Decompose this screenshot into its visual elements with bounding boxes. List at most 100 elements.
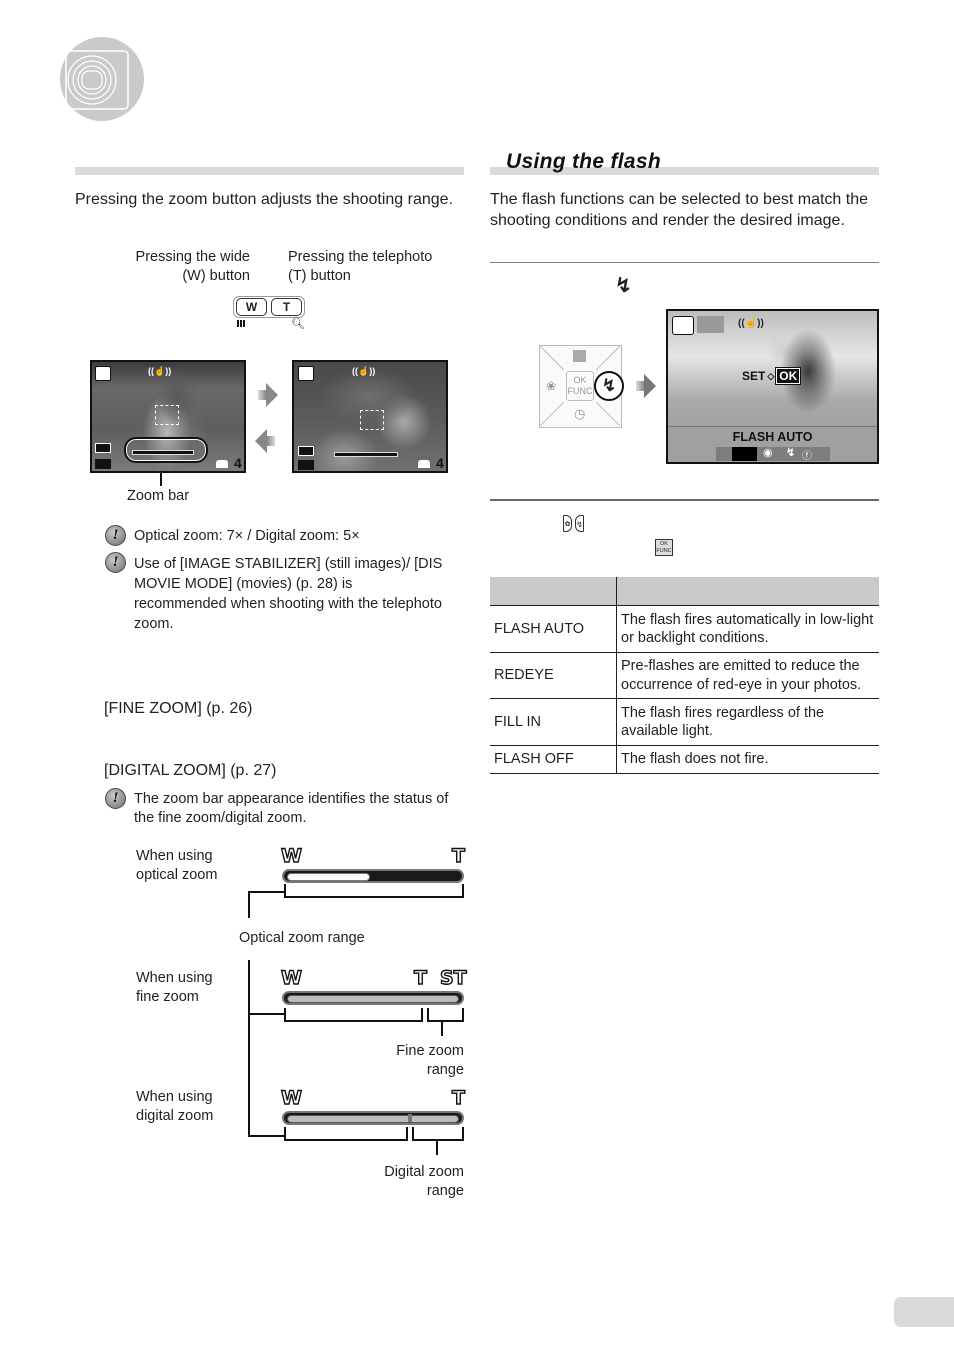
- fill-in-icon[interactable]: ↯: [786, 446, 795, 459]
- fine-range-bracket: [427, 1008, 464, 1022]
- arrow-left-stem: [267, 436, 275, 446]
- fine-zoom-fill: [287, 995, 459, 1003]
- mode-cell: FILL IN: [490, 698, 617, 746]
- arrow-right-icon: [644, 374, 656, 398]
- flash-mode-selector[interactable]: ◉ ↯ ⓕ: [716, 446, 830, 462]
- flash-arrow-key-icon: ↯: [575, 515, 584, 532]
- digital-zoom-label: When using digital zoom: [136, 1089, 214, 1124]
- macro-arrow-key-icon: ✿: [563, 515, 572, 532]
- tele-caption: Pressing the telephoto (T) button: [288, 249, 433, 284]
- optical-range-bracket: [284, 1127, 408, 1141]
- divider: [490, 499, 879, 501]
- exposure-comp-icon[interactable]: [573, 350, 586, 362]
- af-target: [155, 405, 179, 425]
- description-cell: The flash does not fire.: [616, 745, 879, 774]
- wide-button[interactable]: W: [236, 298, 267, 316]
- wide-label: W: [280, 966, 302, 989]
- battery-icon: [95, 443, 111, 453]
- connector-line: [248, 960, 250, 1137]
- table-header: [490, 577, 879, 606]
- zoom-intro: Pressing the zoom button adjusts the sho…: [75, 191, 454, 208]
- flash-auto-option[interactable]: [732, 447, 757, 461]
- flash-intro: The flash functions can be selected to b…: [490, 191, 868, 229]
- fine-zoom-label: When using fine zoom: [136, 970, 213, 1005]
- table-row: FILL IN The flash fires regardless of th…: [490, 698, 879, 746]
- record-icon: [298, 460, 314, 470]
- header-mode: [490, 577, 617, 606]
- note-zoom-bar-status: The zoom bar appearance identifies the s…: [134, 791, 449, 826]
- mode-cell: FLASH OFF: [490, 745, 617, 774]
- optical-connector: [248, 891, 285, 893]
- table-row: FLASH OFF The flash does not fire.: [490, 745, 879, 774]
- optical-range-bracket: [284, 884, 464, 898]
- magnify-icon: 🔍︎: [291, 318, 305, 330]
- self-timer-icon[interactable]: ◷: [574, 406, 585, 422]
- note-stabilizer: Use of [IMAGE STABILIZER] (still images)…: [134, 556, 443, 632]
- optical-range-label: Optical zoom range: [239, 930, 365, 946]
- tele-button[interactable]: T: [271, 298, 302, 316]
- mode-icon: [298, 366, 314, 381]
- record-icon: [95, 459, 111, 469]
- flash-modes-table: FLASH AUTO The flash fires automatically…: [490, 577, 879, 774]
- arrow-right-stem: [636, 381, 644, 391]
- super-tele-label: ST: [439, 966, 467, 989]
- mode-cell: FLASH AUTO: [490, 605, 617, 653]
- stabilizer-icon: ((☝)): [352, 366, 376, 376]
- mode-icon: [672, 316, 694, 335]
- camera-screen-flash: ((☝)) SET ◇ OK FLASH AUTO ◉ ↯ ⓕ: [666, 309, 879, 464]
- digital-zoom-fill: [287, 1115, 459, 1123]
- fine-range-pointer: [441, 1021, 443, 1036]
- tele-label: T: [413, 966, 427, 989]
- ok-label: OK: [775, 367, 802, 385]
- fine-connector: [248, 1013, 285, 1015]
- caution-icon: !: [105, 788, 126, 809]
- tele-label: T: [451, 1086, 465, 1109]
- shots-remaining: 4: [234, 455, 242, 471]
- chapter-camera-icon: [60, 37, 144, 121]
- redeye-icon[interactable]: ◉: [763, 446, 773, 459]
- arrow-icon: ◇: [767, 370, 775, 381]
- page-number-tab: [894, 1297, 954, 1327]
- wide-label: W: [280, 1086, 302, 1109]
- memory-icon: [216, 460, 228, 468]
- header-description: [616, 577, 879, 606]
- camera-screen-tele: ((☝)) 4: [292, 360, 448, 473]
- digital-range-bracket: [412, 1127, 464, 1141]
- digital-zoom-bar: [282, 1111, 464, 1125]
- digital-range-pointer: [436, 1140, 438, 1155]
- tele-label: T: [451, 844, 465, 867]
- digital-zoom-reference: [DIGITAL ZOOM] (p. 27): [104, 762, 277, 779]
- optical-connector-v: [248, 891, 250, 918]
- flash-off-icon[interactable]: ⓕ: [802, 447, 812, 462]
- zoom-bar-mini: [132, 450, 194, 455]
- ok-func-button[interactable]: OK FUNC: [566, 371, 594, 401]
- section-header-bar: [75, 167, 464, 175]
- digital-connector: [248, 1135, 285, 1137]
- optical-zoom-fill: [287, 873, 370, 881]
- fine-range-label: Fine zoom range: [396, 1043, 464, 1078]
- flash-menu-panel: FLASH AUTO ◉ ↯ ⓕ: [668, 426, 877, 462]
- digital-range-label: Digital zoom range: [384, 1164, 464, 1199]
- zoom-bar-label: Zoom bar: [127, 488, 190, 504]
- digital-zoom-divider: [408, 1114, 412, 1122]
- flash-button-highlight[interactable]: ↯: [594, 371, 624, 401]
- flash-mode-label: FLASH AUTO: [732, 430, 813, 444]
- mode-icon: [95, 366, 111, 381]
- mode-cell: REDEYE: [490, 652, 617, 699]
- wide-label: W: [280, 844, 302, 867]
- flash-mode-indicator: [697, 316, 724, 333]
- note-optical-zoom: Optical zoom: 7× / Digital zoom: 5×: [134, 528, 360, 544]
- zoom-bar-pointer: [160, 473, 162, 486]
- description-cell: Pre-flashes are emitted to reduce the oc…: [616, 652, 879, 699]
- memory-icon: [418, 460, 430, 468]
- flash-icon: ↯: [615, 275, 632, 297]
- divider: [490, 262, 879, 263]
- macro-icon[interactable]: ❀: [546, 379, 556, 393]
- arrow-left-icon: [255, 429, 267, 453]
- set-label: SET: [742, 369, 766, 383]
- optical-zoom-bar: [282, 869, 464, 883]
- set-ok-hint: SET ◇ OK: [742, 367, 802, 385]
- ok-func-key-icon: OK FUNC: [655, 539, 673, 556]
- stabilizer-icon: ((☝)): [738, 318, 764, 329]
- caution-icon: !: [105, 525, 126, 546]
